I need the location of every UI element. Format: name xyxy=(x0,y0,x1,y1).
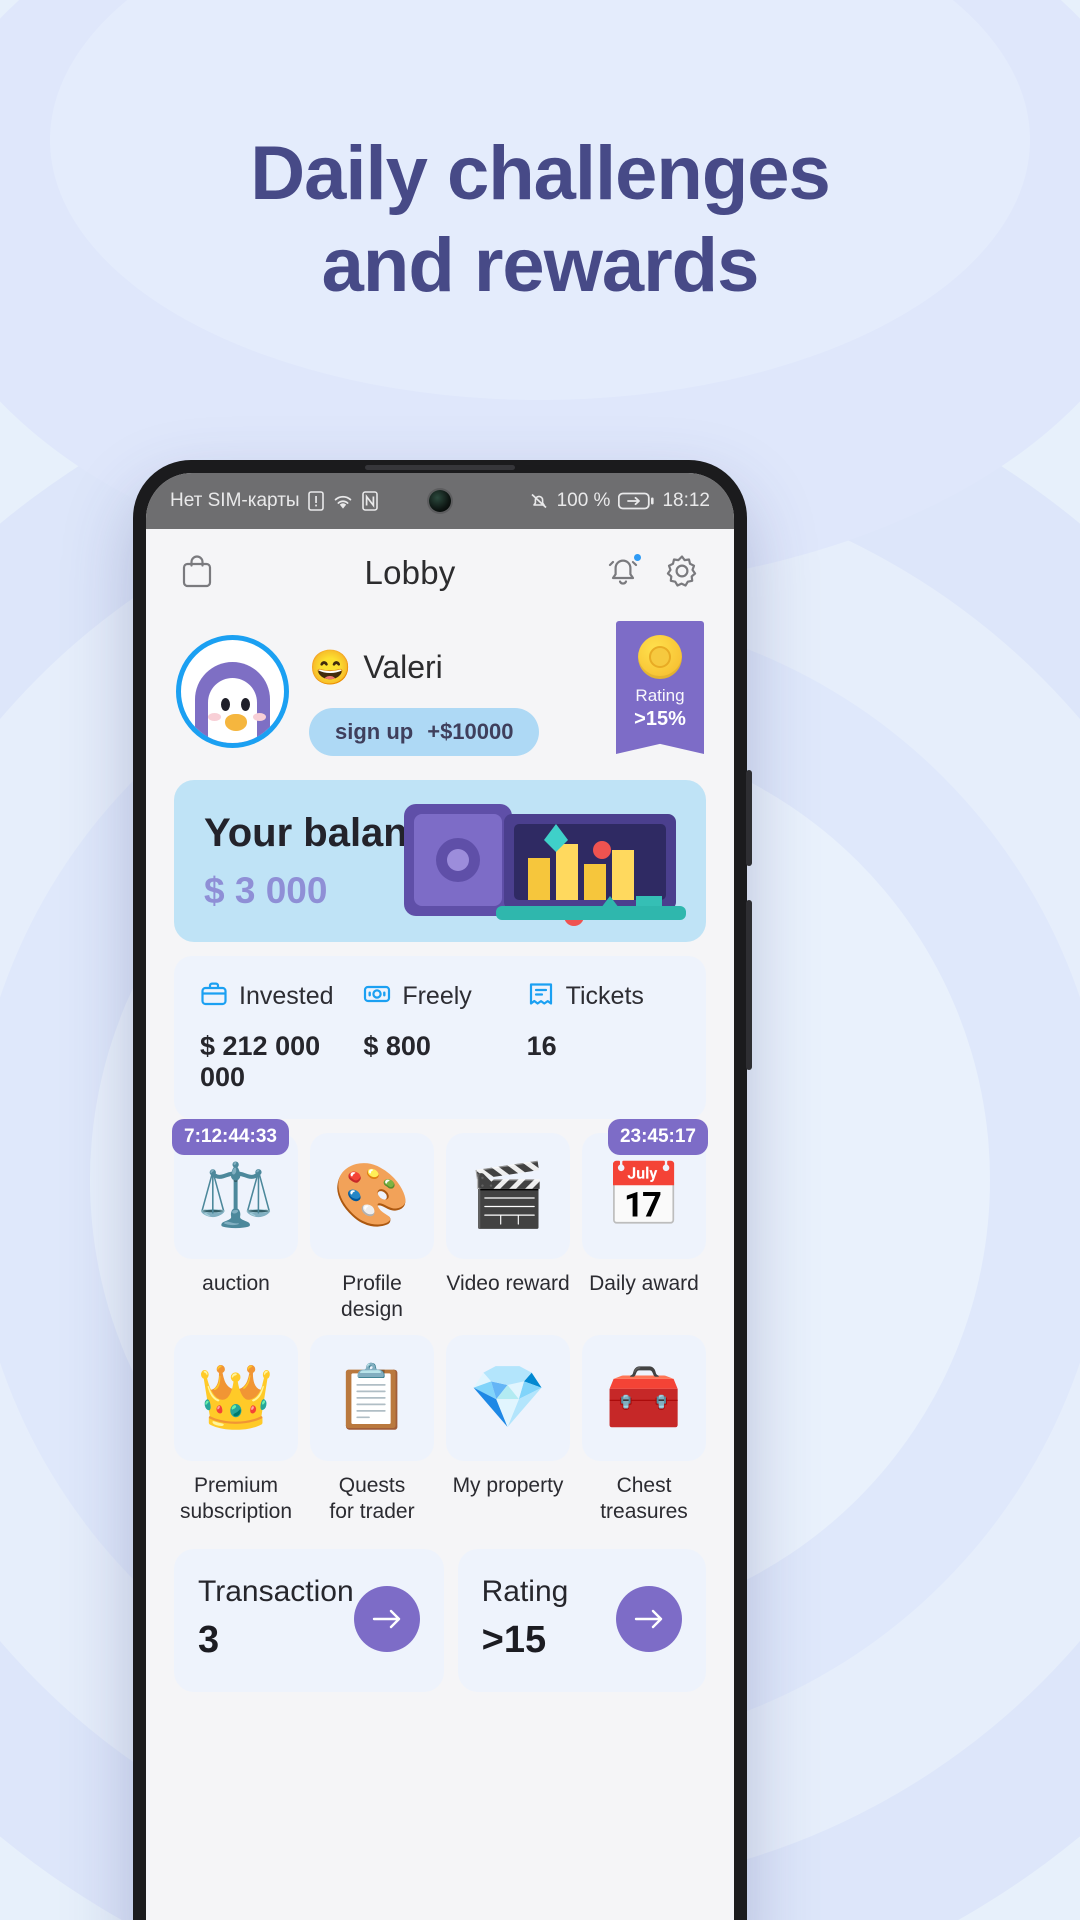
stat-label: Freely xyxy=(402,982,472,1010)
user-name: Valeri xyxy=(363,649,443,685)
bottom-cards-row: Transaction 3 Rating >15 xyxy=(174,1549,706,1692)
gavel-coins-icon: ⚖️ xyxy=(197,1161,275,1230)
signup-amount: +$10000 xyxy=(427,719,514,744)
grid-item-profile-design[interactable]: 🎨 Profile design xyxy=(310,1133,434,1323)
stat-tickets[interactable]: Tickets 16 xyxy=(527,980,680,1093)
banknote-icon xyxy=(363,980,391,1013)
grid-item-label: auction xyxy=(202,1272,270,1295)
gem-icon: 💎 xyxy=(469,1363,547,1432)
transaction-card[interactable]: Transaction 3 xyxy=(174,1549,444,1692)
feature-grid: 7:12:44:33 ⚖️ auction 🎨 Profile design 🎬… xyxy=(172,1119,708,1525)
stats-row: Invested $ 212 000 000 Freely $ 800 Tick… xyxy=(174,956,706,1119)
phone-volume-button xyxy=(746,900,752,1070)
rating-badge-value: >15% xyxy=(634,708,686,730)
grid-item-label: Daily award xyxy=(589,1272,699,1295)
grid-item-label: Chest treasures xyxy=(600,1474,688,1523)
clipboard-icon: 📋 xyxy=(333,1363,411,1432)
grid-item-my-property[interactable]: 💎 My property xyxy=(446,1335,570,1525)
grid-item-label: My property xyxy=(452,1474,564,1497)
grid-item-daily-award[interactable]: 23:45:17 📅 Daily award xyxy=(582,1119,708,1323)
status-bar: Нет SIM-карты 100 % 18:12 xyxy=(146,473,734,529)
page-title: Lobby xyxy=(364,554,456,591)
notification-dot xyxy=(631,551,643,563)
rating-card[interactable]: Rating >15 xyxy=(457,1549,706,1692)
grid-item-auction[interactable]: 7:12:44:33 ⚖️ auction xyxy=(172,1119,298,1323)
wifi-icon xyxy=(332,493,354,510)
profile-row: 😄 Valeri sign up +$10000 Rating >15% xyxy=(146,617,734,766)
stat-freely[interactable]: Freely $ 800 xyxy=(363,980,516,1093)
carrier-label: Нет SIM-карты xyxy=(170,490,300,511)
headline-line-1: Daily challenges xyxy=(250,131,831,216)
clock-label: 18:12 xyxy=(662,490,710,511)
stat-invested[interactable]: Invested $ 212 000 000 xyxy=(200,980,353,1093)
card-title: Rating xyxy=(481,1575,569,1608)
auction-timer-badge: 7:12:44:33 xyxy=(172,1119,289,1155)
grid-item-chest-treasures[interactable]: 🧰 Chest treasures xyxy=(582,1335,706,1525)
grid-item-label: Premium subscription xyxy=(179,1474,293,1523)
medal-icon xyxy=(638,635,682,679)
safe-with-treasure-illustration xyxy=(404,804,686,926)
film-strip-icon: 🎬 xyxy=(469,1161,547,1230)
stat-value: 16 xyxy=(526,1031,557,1061)
sim-alert-icon xyxy=(307,491,324,511)
bell-icon[interactable] xyxy=(604,551,643,595)
treasure-chest-icon: 🧰 xyxy=(605,1363,683,1432)
grid-item-premium-subscription[interactable]: 👑 Premium subscription xyxy=(174,1335,298,1525)
battery-charging-icon xyxy=(618,492,655,510)
battery-percent-label: 100 % xyxy=(556,490,611,511)
briefcase-icon xyxy=(200,980,228,1013)
grid-item-label: Profile design xyxy=(341,1272,403,1321)
nfc-icon xyxy=(361,491,378,511)
shopping-bag-icon[interactable] xyxy=(178,552,216,595)
stat-value: $ 212 000 000 xyxy=(200,1031,321,1092)
daily-award-timer-badge: 23:45:17 xyxy=(607,1119,708,1155)
phone-earpiece xyxy=(365,465,515,470)
phone-mockup: Нет SIM-карты 100 % 18:12 Lobby 😄 Valeri… xyxy=(133,460,752,1920)
stat-label: Tickets xyxy=(565,982,644,1010)
rating-badge-label: Rating xyxy=(635,686,685,705)
penguin-avatar[interactable] xyxy=(176,635,289,748)
rating-badge[interactable]: Rating >15% xyxy=(616,621,704,731)
stat-value: $ 800 xyxy=(363,1031,431,1061)
phone-power-button xyxy=(746,770,752,866)
bell-muted-icon xyxy=(529,491,549,511)
paint-brush-icon: 🎨 xyxy=(333,1161,411,1230)
signup-bonus-badge[interactable]: sign up +$10000 xyxy=(309,708,540,756)
calendar-icon: 📅 xyxy=(605,1161,683,1230)
ticket-icon xyxy=(527,980,555,1013)
front-camera xyxy=(429,490,451,512)
stat-label: Invested xyxy=(239,982,334,1010)
card-value: 3 xyxy=(198,1619,220,1661)
grid-item-label: Video reward xyxy=(446,1272,570,1295)
gear-icon[interactable] xyxy=(662,551,702,596)
arrow-right-icon[interactable] xyxy=(353,1585,420,1652)
grid-item-quests-for-trader[interactable]: 📋 Quests for trader xyxy=(310,1335,434,1525)
headline-line-2: and rewards xyxy=(321,223,760,308)
balance-card[interactable]: Your balance $ 3 000 xyxy=(174,780,706,942)
card-value: >15 xyxy=(481,1619,547,1661)
promo-headline: Daily challenges and rewards xyxy=(0,128,1080,312)
crown-icon: 👑 xyxy=(197,1363,275,1432)
card-title: Transaction xyxy=(198,1575,354,1608)
signup-label: sign up xyxy=(335,719,414,744)
app-bar: Lobby xyxy=(146,529,734,617)
arrow-right-icon[interactable] xyxy=(616,1585,682,1652)
phone-screen: Нет SIM-карты 100 % 18:12 Lobby 😄 Valeri… xyxy=(146,473,734,1920)
grid-item-label: Quests for trader xyxy=(329,1474,415,1523)
mood-emoji: 😄 xyxy=(309,648,352,687)
grid-item-video-reward[interactable]: 🎬 Video reward xyxy=(446,1133,570,1323)
